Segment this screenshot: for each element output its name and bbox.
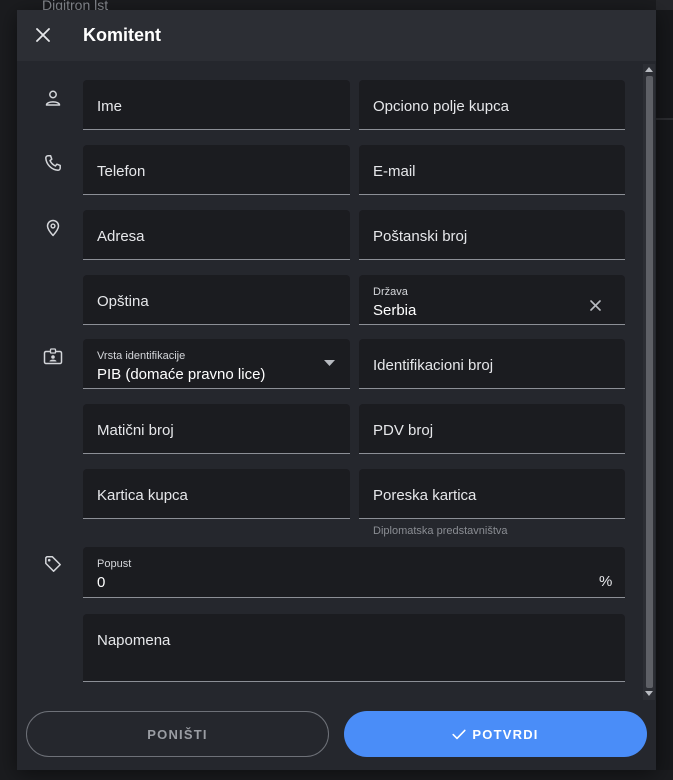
close-button[interactable]	[33, 25, 53, 45]
kartica-kupca-field[interactable]: Kartica kupca	[83, 469, 350, 519]
clear-icon	[589, 299, 601, 311]
drzava-field[interactable]: Država Serbia	[359, 275, 625, 325]
adresa-label: Adresa	[97, 228, 145, 245]
percent-suffix: %	[599, 573, 613, 590]
vrsta-identifikacije-value: PIB (domaće pravno lice)	[97, 366, 266, 383]
maticni-broj-field[interactable]: Matični broj	[83, 404, 350, 454]
opciono-polje-label: Opciono polje kupca	[373, 98, 509, 115]
dropdown-toggle[interactable]	[321, 357, 337, 369]
poreska-kartica-helper: Diplomatska predstavništva	[373, 525, 508, 537]
komitent-dialog: Komitent Ime Opciono polje kupca Telefon…	[17, 10, 656, 770]
dialog-footer: PONIŠTI POTVRDI	[17, 701, 656, 770]
napomena-textarea[interactable]: Napomena	[83, 614, 625, 682]
email-label: E-mail	[373, 163, 416, 180]
opciono-polje-field[interactable]: Opciono polje kupca	[359, 80, 625, 130]
content-scrollbar[interactable]	[643, 64, 655, 700]
opstina-label: Opština	[97, 293, 149, 310]
postanski-broj-label: Poštanski broj	[373, 228, 468, 245]
telefon-label: Telefon	[97, 163, 146, 180]
pdv-broj-field[interactable]: PDV broj	[359, 404, 625, 454]
background-divider	[656, 118, 673, 120]
scroll-down-arrow[interactable]	[645, 691, 653, 696]
identifikacioni-broj-field[interactable]: Identifikacioni broj	[359, 339, 625, 389]
telefon-field[interactable]: Telefon	[83, 145, 350, 195]
dialog-title: Komitent	[83, 25, 161, 45]
confirm-button[interactable]: POTVRDI	[344, 711, 647, 757]
napomena-label: Napomena	[97, 632, 171, 649]
opstina-field[interactable]: Opština	[83, 275, 350, 325]
adresa-field[interactable]: Adresa	[83, 210, 350, 260]
chevron-down-icon	[323, 360, 335, 366]
poreska-kartica-field[interactable]: Poreska kartica	[359, 469, 625, 519]
id-card-icon	[43, 347, 63, 367]
confirm-button-label: POTVRDI	[472, 726, 539, 742]
pdv-broj-label: PDV broj	[373, 422, 434, 439]
cancel-button[interactable]: PONIŠTI	[26, 711, 329, 757]
maticni-broj-label: Matični broj	[97, 422, 174, 439]
clear-drzava-button[interactable]	[587, 297, 603, 313]
popust-value: 0	[97, 574, 106, 591]
kartica-kupca-label: Kartica kupca	[97, 487, 188, 504]
identifikacioni-broj-label: Identifikacioni broj	[373, 357, 494, 374]
ime-label: Ime	[97, 98, 123, 115]
tag-icon	[43, 554, 63, 574]
drzava-label: Država	[373, 286, 408, 298]
poreska-kartica-label: Poreska kartica	[373, 487, 477, 504]
dialog-header: Komitent	[17, 10, 656, 61]
drzava-value: Serbia	[373, 302, 417, 319]
phone-icon	[43, 153, 63, 173]
vrsta-identifikacije-select[interactable]: Vrsta identifikacije PIB (domaće pravno …	[83, 339, 350, 389]
dialog-content: Ime Opciono polje kupca Telefon E-mail A…	[17, 61, 656, 701]
vrsta-identifikacije-label: Vrsta identifikacije	[97, 350, 186, 362]
postanski-broj-field[interactable]: Poštanski broj	[359, 210, 625, 260]
email-field[interactable]: E-mail	[359, 145, 625, 195]
popust-label: Popust	[97, 558, 132, 570]
scroll-thumb[interactable]	[646, 76, 653, 688]
ime-field[interactable]: Ime	[83, 80, 350, 130]
background-top-strip	[656, 0, 673, 10]
scroll-up-arrow[interactable]	[645, 67, 653, 72]
background-right-strip	[656, 10, 673, 770]
check-icon	[452, 729, 467, 739]
close-icon	[36, 28, 50, 42]
popust-field[interactable]: Popust 0 %	[83, 547, 625, 598]
location-pin-icon	[43, 218, 63, 238]
person-icon	[43, 88, 63, 108]
